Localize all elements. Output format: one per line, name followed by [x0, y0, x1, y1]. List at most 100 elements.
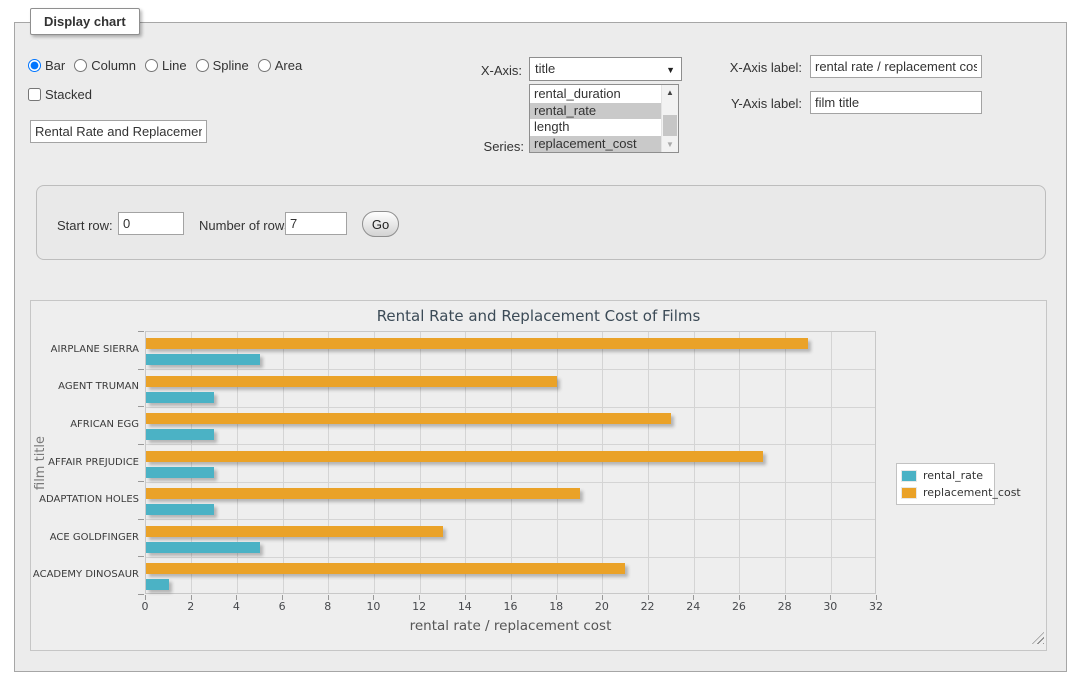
stacked-option[interactable]: Stacked: [28, 87, 92, 102]
bar-rental_rate: [146, 429, 214, 440]
chart-type-option-spline[interactable]: Spline: [196, 58, 249, 73]
vertical-gridline: [648, 332, 649, 593]
bar-rental_rate: [146, 354, 260, 365]
chart-type-radio-spline[interactable]: [196, 59, 209, 72]
series-listbox[interactable]: rental_durationrental_ratelengthreplacem…: [529, 84, 679, 153]
x-axis-label-input[interactable]: [810, 55, 982, 78]
series-option-replacement_cost[interactable]: replacement_cost: [530, 136, 661, 153]
vertical-gridline: [465, 332, 466, 593]
horizontal-gridline: [146, 557, 875, 558]
chart-type-radio-bar[interactable]: [28, 59, 41, 72]
legend-swatch-replacement_cost: [901, 487, 917, 499]
chart-type-option-bar[interactable]: Bar: [28, 58, 65, 73]
scroll-down-icon[interactable]: ▼: [662, 137, 678, 152]
x-tick-label: 12: [404, 600, 434, 613]
x-tick-label: 16: [496, 600, 526, 613]
chart-title-input[interactable]: [30, 120, 207, 143]
x-tick-label: 22: [633, 600, 663, 613]
bar-replacement_cost: [146, 338, 808, 349]
x-tick-label: 2: [176, 600, 206, 613]
x-tick-label: 20: [587, 600, 617, 613]
vertical-gridline: [694, 332, 695, 593]
y-tick-mark: [138, 369, 144, 370]
x-tick-label: 18: [541, 600, 571, 613]
series-option-rental_duration[interactable]: rental_duration: [530, 86, 661, 103]
vertical-gridline: [831, 332, 832, 593]
go-button[interactable]: Go: [362, 211, 399, 237]
y-axis-label-label: Y-Axis label:: [716, 96, 802, 111]
bar-rental_rate: [146, 579, 169, 590]
chart-type-radio-label: Spline: [213, 58, 249, 73]
x-tick-label: 6: [267, 600, 297, 613]
chart-type-radio-line[interactable]: [145, 59, 158, 72]
y-tick-mark: [138, 481, 144, 482]
chart-type-radio-label: Area: [275, 58, 302, 73]
resize-grip-icon[interactable]: [1032, 632, 1044, 644]
bar-replacement_cost: [146, 563, 625, 574]
series-option-length[interactable]: length: [530, 119, 661, 136]
chart-type-option-area[interactable]: Area: [258, 58, 302, 73]
number-of-rows-label: Number of rows:: [199, 218, 294, 233]
chart-type-option-column[interactable]: Column: [74, 58, 136, 73]
x-tick-label: 8: [313, 600, 343, 613]
category-label: AFRICAN EGG: [31, 419, 139, 430]
stacked-label: Stacked: [45, 87, 92, 102]
horizontal-gridline: [146, 407, 875, 408]
legend-label: replacement_cost: [917, 486, 1021, 499]
legend-swatch-rental_rate: [901, 470, 917, 482]
series-option-rental_rate[interactable]: rental_rate: [530, 103, 661, 120]
scrollbar-thumb[interactable]: [663, 115, 677, 136]
x-tick-label: 0: [130, 600, 160, 613]
panel-legend: Display chart: [30, 8, 140, 35]
series-scrollbar[interactable]: ▲ ▼: [661, 85, 678, 152]
horizontal-gridline: [146, 519, 875, 520]
y-tick-mark: [138, 331, 144, 332]
category-label: ACE GOLDFINGER: [31, 532, 139, 543]
chart-type-radio-column[interactable]: [74, 59, 87, 72]
vertical-gridline: [328, 332, 329, 593]
bar-replacement_cost: [146, 451, 763, 462]
legend-label: rental_rate: [917, 469, 983, 482]
vertical-gridline: [374, 332, 375, 593]
x-axis-select[interactable]: title ▼: [529, 57, 682, 81]
category-label: AGENT TRUMAN: [31, 381, 139, 392]
plot-area: [145, 331, 876, 594]
bar-rental_rate: [146, 542, 260, 553]
horizontal-gridline: [146, 369, 875, 370]
category-label: ADAPTATION HOLES: [31, 494, 139, 505]
vertical-gridline: [739, 332, 740, 593]
chart-type-radio-area[interactable]: [258, 59, 271, 72]
x-axis-select-label: X-Axis:: [458, 63, 522, 78]
start-row-input[interactable]: [118, 212, 184, 235]
stacked-checkbox[interactable]: [28, 88, 41, 101]
category-label: AIRPLANE SIERRA: [31, 344, 139, 355]
y-tick-mark: [138, 594, 144, 595]
x-tick-label: 32: [861, 600, 891, 613]
bar-replacement_cost: [146, 488, 580, 499]
y-tick-mark: [138, 406, 144, 407]
y-tick-mark: [138, 556, 144, 557]
y-tick-mark: [138, 519, 144, 520]
y-tick-mark: [138, 444, 144, 445]
scroll-up-icon[interactable]: ▲: [662, 85, 678, 100]
chart-container: Rental Rate and Replacement Cost of Film…: [30, 300, 1047, 651]
chart-title: Rental Rate and Replacement Cost of Film…: [31, 307, 1046, 325]
vertical-gridline: [511, 332, 512, 593]
x-tick-label: 14: [450, 600, 480, 613]
x-tick-label: 24: [678, 600, 708, 613]
category-label: AFFAIR PREJUDICE: [31, 457, 139, 468]
bar-replacement_cost: [146, 376, 557, 387]
x-tick-label: 28: [770, 600, 800, 613]
x-axis-selected-value: title: [535, 61, 555, 76]
vertical-gridline: [420, 332, 421, 593]
number-of-rows-input[interactable]: [285, 212, 347, 235]
y-axis-label-input[interactable]: [810, 91, 982, 114]
bar-rental_rate: [146, 392, 214, 403]
chart-legend: rental_ratereplacement_cost: [896, 463, 995, 505]
vertical-gridline: [237, 332, 238, 593]
series-select-label: Series:: [452, 139, 524, 154]
x-axis-label-label: X-Axis label:: [716, 60, 802, 75]
chart-type-option-line[interactable]: Line: [145, 58, 187, 73]
bar-rental_rate: [146, 467, 214, 478]
chart-x-axis-title: rental rate / replacement cost: [145, 618, 876, 634]
